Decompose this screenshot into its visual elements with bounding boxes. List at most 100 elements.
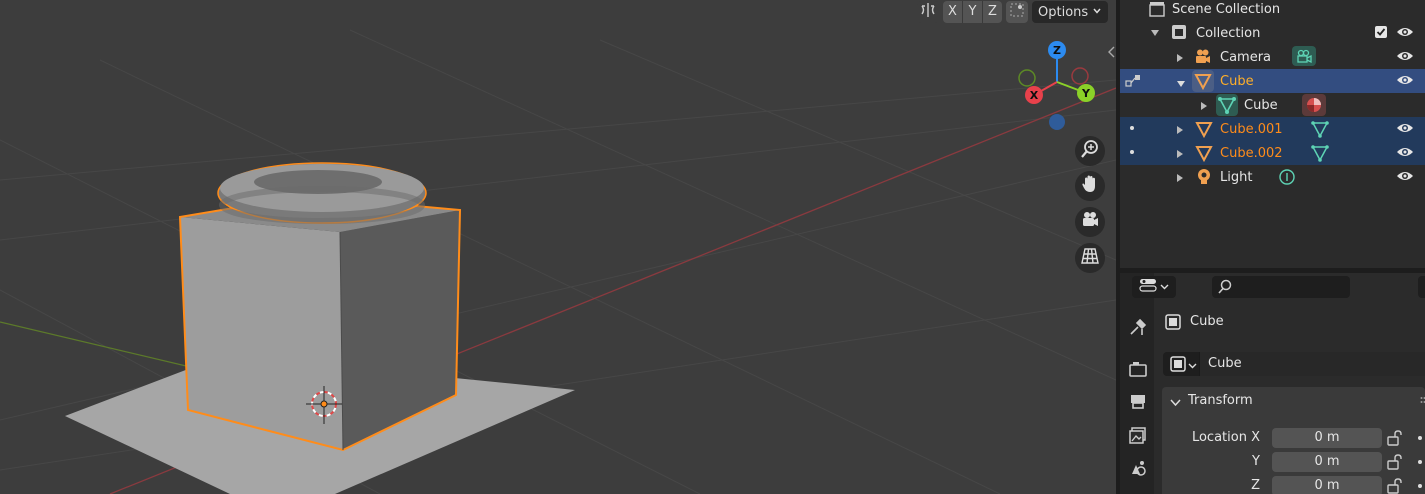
view-layer-tab-icon[interactable] xyxy=(1128,425,1148,445)
visibility-column xyxy=(1396,21,1425,191)
location-y-field[interactable]: 0 m xyxy=(1272,452,1382,472)
transform-panel: Transform Location X 0 m Y 0 m Z 0 m xyxy=(1162,387,1425,494)
collection-label: Collection xyxy=(1196,25,1261,41)
keyframe-dot-icon[interactable] xyxy=(1418,484,1422,488)
eye-icon[interactable] xyxy=(1396,121,1414,139)
lock-icon[interactable] xyxy=(1386,454,1404,474)
location-z-value: 0 m xyxy=(1314,478,1340,493)
properties-search[interactable] xyxy=(1212,276,1350,298)
location-x-field[interactable]: 0 m xyxy=(1272,428,1382,448)
gizmo-y-label: Y xyxy=(1081,87,1091,100)
expand-arrow-icon[interactable] xyxy=(1176,124,1184,139)
options-button-edge[interactable] xyxy=(1418,276,1425,298)
properties-tabs xyxy=(1120,273,1154,494)
eye-icon[interactable] xyxy=(1396,73,1414,91)
expand-arrow-icon[interactable] xyxy=(1176,52,1184,67)
gizmo-x-label: X xyxy=(1030,89,1039,102)
mirror-button[interactable] xyxy=(917,1,939,23)
mesh-data-icon xyxy=(1216,94,1238,116)
search-input[interactable] xyxy=(1238,278,1346,296)
scene-collection-label: Scene Collection xyxy=(1172,1,1281,17)
mesh-data-icon[interactable] xyxy=(1310,143,1330,167)
zoom-button[interactable] xyxy=(1075,136,1105,166)
snap-button[interactable] xyxy=(1006,1,1028,23)
expand-arrow-icon[interactable] xyxy=(1176,172,1184,187)
options-dropdown[interactable]: Options xyxy=(1032,1,1108,23)
output-tab-icon[interactable] xyxy=(1128,391,1148,411)
outliner-row-collection[interactable]: Collection xyxy=(1120,21,1425,45)
expand-arrow-icon[interactable] xyxy=(1176,148,1184,163)
outliner-item-label: Light xyxy=(1220,169,1253,185)
collapse-arrow-icon[interactable] xyxy=(1176,77,1186,92)
mirror-icon xyxy=(919,1,937,23)
outliner-panel: Scene Collection Collection Camera Cube … xyxy=(1120,0,1425,268)
scene-canvas[interactable]: Z X Y xyxy=(0,0,1116,494)
object-name-label: Cube xyxy=(1190,314,1224,329)
collapse-arrow-icon[interactable] xyxy=(1150,27,1160,42)
eye-icon[interactable] xyxy=(1396,49,1414,67)
exclude-checkbox[interactable] xyxy=(1374,25,1388,43)
light-object-icon xyxy=(1194,167,1214,191)
parent-link-icon xyxy=(1124,72,1142,94)
object-name-field[interactable]: Cube xyxy=(1163,352,1425,376)
object-icon xyxy=(1169,355,1187,377)
tool-tab-icon[interactable] xyxy=(1128,317,1148,337)
collection-icon xyxy=(1170,23,1188,45)
location-y-label: Y xyxy=(1252,454,1260,469)
camera-icon xyxy=(1080,210,1100,234)
sidebar-toggle-icon[interactable] xyxy=(1107,45,1116,63)
axis-y-toggle[interactable]: Y xyxy=(962,1,982,23)
eye-icon[interactable] xyxy=(1396,25,1414,43)
outliner-row-cube[interactable]: Cube xyxy=(1120,69,1425,93)
outliner-row-cube-001[interactable]: Cube.001 xyxy=(1120,117,1425,141)
scene-tab-icon[interactable] xyxy=(1128,458,1148,478)
outliner-row-light[interactable]: Light xyxy=(1120,165,1425,189)
pan-button[interactable] xyxy=(1075,171,1105,201)
lock-icon[interactable] xyxy=(1386,478,1404,494)
material-icon[interactable] xyxy=(1302,94,1326,116)
gizmo-z-label: Z xyxy=(1053,44,1061,57)
lock-icon[interactable] xyxy=(1386,430,1404,450)
location-y-value: 0 m xyxy=(1314,454,1340,469)
drag-handle-icon[interactable] xyxy=(1420,395,1425,410)
outliner-row-scene-collection[interactable]: Scene Collection xyxy=(1120,0,1425,21)
location-x-label: Location X xyxy=(1191,430,1260,445)
outliner-row-cube-002[interactable]: Cube.002 xyxy=(1120,141,1425,165)
mirror-axis-toggles: X Y Z xyxy=(943,1,1002,23)
mesh-object-icon xyxy=(1194,119,1214,143)
mesh-object-icon xyxy=(1194,143,1214,167)
search-icon xyxy=(1217,279,1233,299)
outliner-item-label: Camera xyxy=(1220,49,1272,65)
expand-arrow-icon[interactable] xyxy=(1200,100,1208,115)
location-z-label: Z xyxy=(1251,478,1260,493)
camera-data-icon[interactable] xyxy=(1292,46,1316,66)
render-tab-icon[interactable] xyxy=(1128,359,1148,379)
transform-panel-header[interactable]: Transform xyxy=(1162,387,1425,415)
eye-icon[interactable] xyxy=(1396,145,1414,163)
light-data-icon[interactable] xyxy=(1278,168,1296,190)
axis-x-toggle[interactable]: X xyxy=(943,1,962,23)
options-label: Options xyxy=(1038,4,1089,20)
eye-icon[interactable] xyxy=(1396,169,1414,187)
keyframe-dot-icon[interactable] xyxy=(1418,460,1422,464)
outliner-item-label: Cube xyxy=(1220,73,1254,89)
properties-editor-icon xyxy=(1139,277,1157,297)
editor-type-dropdown[interactable] xyxy=(1132,276,1176,298)
perspective-toggle-button[interactable] xyxy=(1075,243,1105,273)
camera-view-button[interactable] xyxy=(1075,207,1105,237)
torus-object[interactable] xyxy=(217,162,427,224)
mesh-object-icon xyxy=(1192,70,1214,92)
camera-object-icon xyxy=(1194,48,1212,70)
outliner-row-camera[interactable]: Camera xyxy=(1120,45,1425,69)
keyframe-dot-icon[interactable] xyxy=(1418,436,1422,440)
hand-icon xyxy=(1080,174,1100,198)
mesh-data-icon[interactable] xyxy=(1310,119,1330,143)
outliner-item-label: Cube.002 xyxy=(1220,145,1283,161)
3d-viewport[interactable]: Z X Y X Y Z Options xyxy=(0,0,1116,494)
location-x-value: 0 m xyxy=(1314,430,1340,445)
outliner-row-cube-mesh[interactable]: Cube xyxy=(1120,93,1425,117)
grid-icon xyxy=(1080,246,1100,270)
axis-z-toggle[interactable]: Z xyxy=(982,1,1002,23)
location-z-field[interactable]: 0 m xyxy=(1272,476,1382,494)
selected-dot-icon xyxy=(1130,126,1134,130)
